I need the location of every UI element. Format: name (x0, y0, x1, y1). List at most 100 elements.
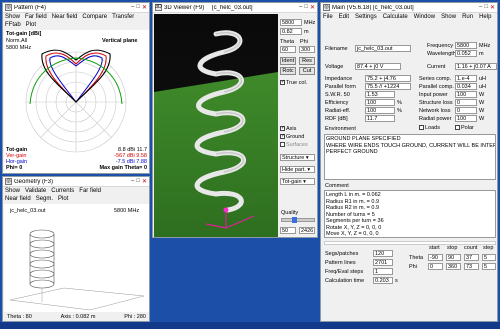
menu-compare[interactable]: Compare (82, 14, 107, 20)
parallel-form-field: 75.5 // +1224 (365, 83, 411, 90)
menu-show[interactable]: Show (5, 188, 20, 194)
menu-plot[interactable]: Plot (26, 22, 36, 28)
minimize-icon[interactable]: – (299, 4, 302, 11)
cut-button[interactable]: Cut (299, 67, 315, 75)
theta-count[interactable]: 37 (464, 254, 479, 261)
viewer-titlebar[interactable]: 3D 3D Viewer (F9) [c_helc_03.out] – □ ✕ (153, 3, 317, 13)
theta-step[interactable]: 5 (482, 254, 496, 261)
plane-label: Vertical plane (102, 38, 138, 44)
current-field: 1.16 + j0.07 A (455, 63, 497, 70)
input-power-label: Input power (419, 92, 448, 98)
menu-settings[interactable]: Settings (355, 14, 377, 20)
bottom-field-2[interactable]: 2426 (299, 227, 315, 234)
menu-far-field[interactable]: Far field (79, 188, 101, 194)
segs-label: Segs/patches (325, 251, 359, 257)
menu-calculate[interactable]: Calculate (383, 14, 408, 20)
rotc-button[interactable]: Rotc (280, 67, 296, 75)
maximize-icon[interactable]: □ (136, 178, 140, 185)
filename-field[interactable]: jc_helc_03.out (355, 45, 411, 52)
pattern-title: Pattern (F4) (14, 4, 47, 11)
phi-stop[interactable]: 360 (446, 263, 461, 270)
geometry-canvas[interactable]: jc_helc_03.out 5800 MHz (4, 204, 149, 312)
surfaces-checkbox[interactable] (280, 142, 285, 148)
maximize-icon[interactable]: □ (136, 4, 140, 11)
quality-slider[interactable] (281, 217, 315, 223)
viewer-side-panel: 5800 MHz 0.82 m Theta Phi 60 300 Ident R… (279, 14, 317, 237)
theta-stop[interactable]: 90 (446, 254, 461, 261)
surfaces-toggle[interactable]: Surfaces (280, 142, 308, 148)
grid-header-start: start (429, 245, 440, 251)
close-icon[interactable]: ✕ (142, 4, 147, 11)
menu-edit[interactable]: Edit (339, 14, 349, 20)
menu-window[interactable]: Window (414, 14, 435, 20)
env-line: PERFECT GROUND (326, 149, 378, 155)
tot-gain-label: Tot-gain [dBi] (6, 31, 42, 37)
menu-help[interactable]: Help (479, 14, 491, 20)
theta-field[interactable]: 60 (280, 46, 296, 53)
axis-checkbox[interactable]: ✓ (280, 126, 285, 132)
rdf-label: RDF [dB] (325, 116, 348, 122)
phi-field[interactable]: 300 (299, 46, 315, 53)
true-col-checkbox[interactable]: ✓ (280, 80, 285, 86)
taskbar (0, 322, 500, 329)
ground-checkbox[interactable]: ✓ (280, 134, 285, 140)
close-icon[interactable]: ✕ (310, 4, 315, 11)
menu-far-field[interactable]: Far field (25, 14, 47, 20)
close-icon[interactable]: ✕ (490, 4, 495, 11)
polar-checkbox[interactable] (455, 125, 460, 131)
main-titlebar[interactable]: ◎ Main (V5.6.18) [c_helc_03.out] – □ ✕ (321, 3, 497, 13)
close-icon[interactable]: ✕ (142, 178, 147, 185)
minimize-icon[interactable]: – (131, 178, 134, 185)
maximize-icon[interactable]: □ (304, 4, 308, 11)
mhz-field[interactable]: 5800 (280, 19, 302, 26)
comment-text[interactable]: Length L in m. = 0.062 Radius R1 in m. =… (324, 190, 496, 238)
menu-file[interactable]: File (323, 14, 333, 20)
ground-toggle[interactable]: ✓Ground (280, 134, 304, 140)
true-col-toggle[interactable]: ✓True col. (280, 80, 307, 86)
pattern-titlebar[interactable]: ◎ Pattern (F4) – □ ✕ (3, 3, 149, 13)
menu-validate[interactable]: Validate (25, 188, 46, 194)
menu-show[interactable]: Show (441, 14, 456, 20)
menu-plot[interactable]: Plot (58, 196, 68, 202)
hide-part-select[interactable]: Hide part. ▾ (280, 166, 315, 173)
menu-segm[interactable]: Segm. (36, 196, 53, 202)
ident-button[interactable]: Ident (280, 57, 296, 65)
phi-start[interactable]: 0 (428, 263, 443, 270)
menu-transfer[interactable]: Transfer (112, 14, 134, 20)
network-loss-field: 0 (455, 107, 477, 114)
freq-steps-label: Freq/Eval steps (325, 269, 364, 275)
mhz-unit: MHz (304, 20, 316, 26)
geometry-titlebar[interactable]: ◎ Geometry (F3) – □ ✕ (3, 177, 149, 187)
wavelength-field: 0.052 (455, 50, 477, 57)
menu-run[interactable]: Run (462, 14, 473, 20)
polar-plot-area: Tot-gain [dBi] Norm.All Vertical plane 5… (4, 30, 149, 173)
loads-checkbox[interactable] (419, 125, 424, 131)
comment-line: Move X, Y, Z = 0, 0, 0 (326, 231, 379, 237)
menu-near-field[interactable]: Near field (5, 196, 31, 202)
polar-plot (25, 49, 127, 153)
structure-select[interactable]: Structure ▾ (280, 154, 315, 161)
frequency-field[interactable]: 5800 (455, 42, 477, 49)
helix-wireframe (9, 229, 145, 311)
axis-toggle[interactable]: ✓Axis (280, 126, 296, 132)
maximize-icon[interactable]: □ (484, 4, 488, 11)
efficiency-field: 100 (365, 99, 395, 106)
theta-start[interactable]: -90 (428, 254, 443, 261)
bottom-field-1[interactable]: 50 (280, 227, 296, 234)
menu-fftab[interactable]: FFtab (5, 22, 21, 28)
tot-gain-select[interactable]: Tot-gain ▾ (280, 178, 315, 185)
viewer-3d-canvas[interactable] (154, 14, 278, 238)
geometry-status: Theta : 80 Axis : 0.082 m Phi : 280 (4, 313, 149, 321)
scale-field[interactable]: 0.82 (280, 28, 302, 35)
polar-toggle[interactable]: Polar (455, 125, 474, 131)
menu-near-field[interactable]: Near field (52, 14, 78, 20)
minimize-icon[interactable]: – (131, 4, 134, 11)
grid-header-count: count (464, 245, 478, 251)
minimize-icon[interactable]: – (479, 4, 482, 11)
phi-count[interactable]: 73 (464, 263, 479, 270)
phi-step[interactable]: 5 (482, 263, 496, 270)
loads-toggle[interactable]: Loads (419, 125, 440, 131)
res-button[interactable]: Res (299, 57, 315, 65)
menu-currents[interactable]: Currents (51, 188, 74, 194)
menu-show[interactable]: Show (5, 14, 20, 20)
